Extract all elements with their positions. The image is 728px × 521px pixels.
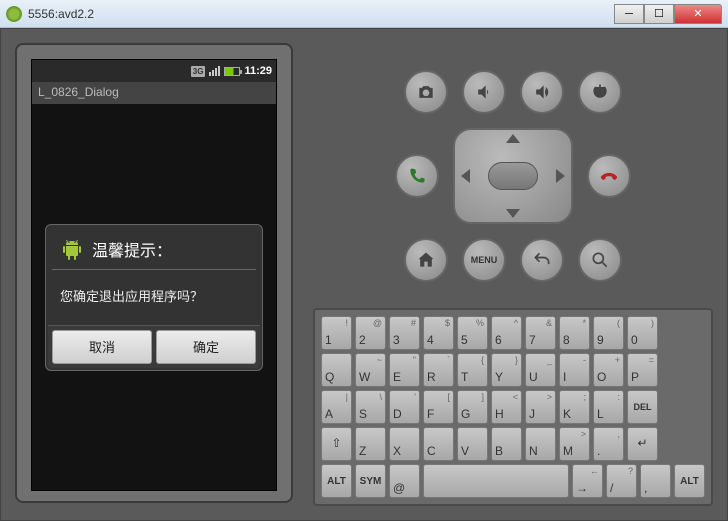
- status-time: 11:29: [244, 65, 272, 77]
- signal-icon: [209, 66, 220, 76]
- hardware-buttons: MENU: [313, 43, 713, 308]
- key-3[interactable]: 3#: [389, 316, 420, 350]
- cancel-button[interactable]: 取消: [52, 330, 152, 364]
- key-0[interactable]: 0): [627, 316, 658, 350]
- device-frame: 3G 11:29 L_0826_Dialog 温馨提示： 您确定退出应用程序吗？: [15, 43, 293, 503]
- home-button[interactable]: [404, 238, 448, 282]
- android-icon: [60, 237, 84, 261]
- key-q[interactable]: Q: [321, 353, 352, 387]
- dialog-message: 您确定退出应用程序吗？: [48, 270, 260, 325]
- dpad-up[interactable]: [506, 134, 520, 143]
- key-⇧[interactable]: ⇧: [321, 427, 352, 461]
- key-4[interactable]: 4$: [423, 316, 454, 350]
- camera-button[interactable]: [404, 70, 448, 114]
- key-u[interactable]: U_: [525, 353, 556, 387]
- ok-button[interactable]: 确定: [156, 330, 256, 364]
- key-g[interactable]: G]: [457, 390, 488, 424]
- key-c[interactable]: C: [423, 427, 454, 461]
- key-.[interactable]: .,: [593, 427, 624, 461]
- dialog-title: 温馨提示：: [92, 237, 172, 261]
- emulator-body: 3G 11:29 L_0826_Dialog 温馨提示： 您确定退出应用程序吗？: [0, 28, 728, 521]
- app-icon: [6, 6, 22, 22]
- key-p[interactable]: P=: [627, 353, 658, 387]
- close-button[interactable]: ✕: [674, 4, 722, 24]
- key-e[interactable]: E": [389, 353, 420, 387]
- app-titlebar: L_0826_Dialog: [32, 82, 276, 104]
- key-r[interactable]: R`: [423, 353, 454, 387]
- key-n[interactable]: N: [525, 427, 556, 461]
- minimize-button[interactable]: ─: [614, 4, 644, 24]
- dpad-down[interactable]: [506, 209, 520, 218]
- network-icon: 3G: [191, 66, 206, 77]
- search-button[interactable]: [578, 238, 622, 282]
- key-t[interactable]: T{: [457, 353, 488, 387]
- right-panel: MENU 1!2@3#4$5%6^7&8*9(0) QW~E"R`T{Y}U_I-…: [313, 43, 713, 506]
- key-,[interactable]: ,: [640, 464, 671, 498]
- alert-dialog: 温馨提示： 您确定退出应用程序吗？ 取消 确定: [45, 224, 263, 371]
- device-screen: 3G 11:29 L_0826_Dialog 温馨提示： 您确定退出应用程序吗？: [31, 59, 277, 491]
- dialog-backdrop: 温馨提示： 您确定退出应用程序吗？ 取消 确定: [32, 104, 276, 490]
- call-button[interactable]: [395, 154, 439, 198]
- key-y[interactable]: Y}: [491, 353, 522, 387]
- key-o[interactable]: O+: [593, 353, 624, 387]
- key-5[interactable]: 5%: [457, 316, 488, 350]
- key-sym[interactable]: SYM: [355, 464, 386, 498]
- key-f[interactable]: F[: [423, 390, 454, 424]
- volume-up-button[interactable]: [520, 70, 564, 114]
- key-2[interactable]: 2@: [355, 316, 386, 350]
- key-k[interactable]: K;: [559, 390, 590, 424]
- window-title: 5556:avd2.2: [28, 7, 614, 21]
- key-m[interactable]: M>: [559, 427, 590, 461]
- key-z[interactable]: Z: [355, 427, 386, 461]
- dialog-header: 温馨提示：: [48, 227, 260, 269]
- key-i[interactable]: I-: [559, 353, 590, 387]
- key-s[interactable]: S\: [355, 390, 386, 424]
- window-titlebar: 5556:avd2.2 ─ ☐ ✕: [0, 0, 728, 28]
- key-alt[interactable]: ALT: [321, 464, 352, 498]
- maximize-button[interactable]: ☐: [644, 4, 674, 24]
- key-d[interactable]: D': [389, 390, 420, 424]
- status-bar: 3G 11:29: [32, 60, 276, 82]
- key-1[interactable]: 1!: [321, 316, 352, 350]
- window-controls: ─ ☐ ✕: [614, 4, 722, 24]
- key-@[interactable]: @: [389, 464, 420, 498]
- key-v[interactable]: V: [457, 427, 488, 461]
- battery-icon: [224, 67, 240, 76]
- keyboard: 1!2@3#4$5%6^7&8*9(0) QW~E"R`T{Y}U_I-O+P= A…: [313, 308, 713, 506]
- key-7[interactable]: 7&: [525, 316, 556, 350]
- end-call-button[interactable]: [587, 154, 631, 198]
- dialog-buttons: 取消 确定: [48, 325, 260, 368]
- key-alt[interactable]: ALT: [674, 464, 705, 498]
- key-h[interactable]: H<: [491, 390, 522, 424]
- key-space[interactable]: [423, 464, 569, 498]
- power-button[interactable]: [578, 70, 622, 114]
- key-→[interactable]: →←: [572, 464, 603, 498]
- key-8[interactable]: 8*: [559, 316, 590, 350]
- key-9[interactable]: 9(: [593, 316, 624, 350]
- back-button[interactable]: [520, 238, 564, 282]
- key-b[interactable]: B: [491, 427, 522, 461]
- menu-button[interactable]: MENU: [462, 238, 506, 282]
- key-x[interactable]: X: [389, 427, 420, 461]
- key-↵[interactable]: ↵: [627, 427, 658, 461]
- key-l[interactable]: L:: [593, 390, 624, 424]
- dpad: [453, 128, 573, 224]
- key-/[interactable]: /?: [606, 464, 637, 498]
- key-del[interactable]: DEL: [627, 390, 658, 424]
- key-w[interactable]: W~: [355, 353, 386, 387]
- dpad-center[interactable]: [488, 162, 538, 190]
- dpad-left[interactable]: [461, 169, 470, 183]
- volume-down-button[interactable]: [462, 70, 506, 114]
- key-6[interactable]: 6^: [491, 316, 522, 350]
- key-j[interactable]: J>: [525, 390, 556, 424]
- dpad-right[interactable]: [556, 169, 565, 183]
- key-a[interactable]: A|: [321, 390, 352, 424]
